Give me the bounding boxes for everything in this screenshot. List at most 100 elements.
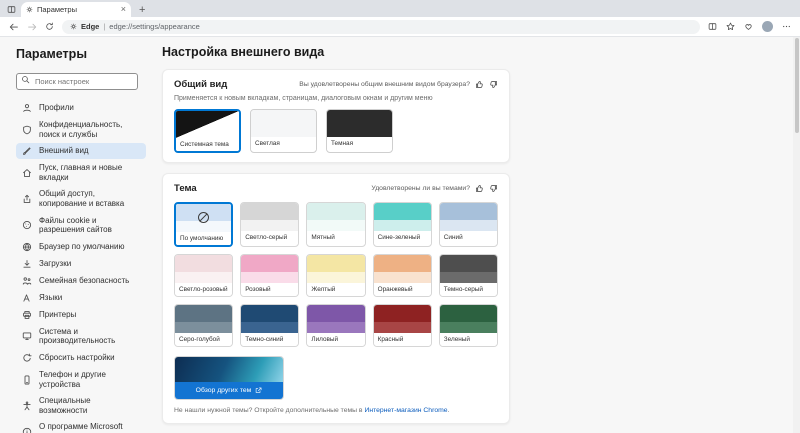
overall-feedback: Вы удовлетворены общим внешним видом бра… <box>299 80 498 89</box>
sidebar-item-label: Загрузки <box>39 258 72 268</box>
favorites-star-icon[interactable] <box>726 22 735 31</box>
tab-close-icon[interactable]: × <box>121 5 126 14</box>
thumbs-up-icon[interactable] <box>475 80 484 89</box>
system-theme-preview <box>176 111 239 138</box>
sidebar-item-appearance[interactable]: Внешний вид <box>16 143 146 160</box>
theme-preview <box>175 305 233 333</box>
home-icon <box>22 168 32 178</box>
theme-preview <box>373 305 431 333</box>
theme-tile[interactable]: Зеленый <box>438 304 498 347</box>
browser-essentials-icon[interactable] <box>744 22 753 31</box>
phone-icon <box>22 375 32 385</box>
theme-tile[interactable]: Лиловый <box>306 304 366 347</box>
theme-label: Серо-голубой <box>175 333 233 346</box>
sidebar-item-about[interactable]: О программе Microsoft Edge <box>16 419 146 433</box>
theme-tile[interactable]: Желтый <box>306 254 366 297</box>
theme-label: Лиловый <box>307 333 365 346</box>
browser-tab[interactable]: Параметры × <box>21 2 131 17</box>
thumbs-down-icon[interactable] <box>489 80 498 89</box>
overall-appearance-title: Общий вид <box>174 79 228 90</box>
settings-main: Настройка внешнего вида Общий вид Вы удо… <box>154 37 800 433</box>
dark-theme-preview <box>327 110 392 137</box>
browse-themes-banner[interactable]: Обзор других тем <box>174 356 284 400</box>
theme-tile[interactable]: Синий <box>438 202 498 247</box>
thumbs-down-icon[interactable] <box>489 184 498 193</box>
chrome-web-store-link[interactable]: Интернет-магазин Chrome <box>364 407 447 414</box>
theme-tile[interactable]: Сине-зеленый <box>372 202 432 247</box>
theme-preview <box>307 203 365 231</box>
sidebar-item-family-safety[interactable]: Семейная безопасность <box>16 273 146 289</box>
themes-footer-suffix: . <box>447 407 450 414</box>
tab-actions-icon[interactable] <box>7 5 16 14</box>
thumbs-up-icon[interactable] <box>475 184 484 193</box>
theme-tile[interactable]: Светло-розовый <box>174 254 234 297</box>
theme-label: Оранжевый <box>373 283 431 296</box>
theme-tile[interactable]: Темно-серый <box>438 254 498 297</box>
theme-preview <box>439 203 497 231</box>
new-tab-button[interactable]: + <box>139 5 145 16</box>
theme-tile[interactable]: По умолчанию <box>174 202 234 247</box>
sidebar-item-cookies-permissions[interactable]: Файлы cookie и разрешения сайтов <box>16 213 146 238</box>
theme-card-title: Тема <box>174 183 197 194</box>
sidebar-item-system-performance[interactable]: Система и производительность <box>16 324 146 349</box>
sidebar-item-label: Профили <box>39 103 74 113</box>
theme-tile[interactable]: Мятный <box>306 202 366 247</box>
theme-preview <box>175 255 233 283</box>
theme-preview <box>373 203 431 231</box>
person-icon <box>22 103 32 113</box>
option-label: Системная тема <box>176 138 239 151</box>
theme-label: По умолчанию <box>176 232 232 245</box>
theme-tile[interactable]: Темно-синий <box>240 304 300 347</box>
sidebar-item-phone-devices[interactable]: Телефон и другие устройства <box>16 367 146 392</box>
theme-label: Темно-серый <box>439 283 497 296</box>
scrollbar-thumb[interactable] <box>794 38 799 133</box>
overall-appearance-subtitle: Применяется к новым вкладкам, страницам,… <box>174 95 433 102</box>
overall-appearance-option-system[interactable]: Системная тема <box>174 109 241 153</box>
sidebar-item-label: О программе Microsoft Edge <box>39 422 123 433</box>
sidebar-item-label: Конфиденциальность, поиск и службы <box>39 120 123 139</box>
browse-themes-button[interactable]: Обзор других тем <box>175 382 283 399</box>
sidebar-title: Параметры <box>16 47 87 61</box>
info-icon <box>22 427 32 433</box>
split-screen-icon[interactable] <box>708 22 717 31</box>
theme-tile[interactable]: Оранжевый <box>372 254 432 297</box>
profile-avatar[interactable] <box>762 21 773 32</box>
sidebar-item-printers[interactable]: Принтеры <box>16 307 146 323</box>
theme-tile[interactable]: Серо-голубой <box>174 304 234 347</box>
reset-icon <box>22 353 32 363</box>
address-bar[interactable]: Edge | edge://settings/appearance <box>62 19 700 34</box>
browser-toolbar: Edge | edge://settings/appearance <box>0 17 800 37</box>
overall-feedback-question: Вы удовлетворены общим внешним видом бра… <box>299 81 470 88</box>
sidebar-item-profiles[interactable]: Профили <box>16 100 146 116</box>
back-icon[interactable] <box>9 22 19 32</box>
address-url: edge://settings/appearance <box>109 22 200 31</box>
theme-preview <box>176 204 232 232</box>
theme-label: Зеленый <box>439 333 497 346</box>
system-icon <box>22 331 32 341</box>
sidebar-item-start-home-newtabs[interactable]: Пуск, главная и новые вкладки <box>16 160 146 185</box>
settings-page: Параметры Профили Конфиденциальность, пои… <box>0 37 800 433</box>
sidebar-item-accessibility[interactable]: Специальные возможности <box>16 393 146 418</box>
sidebar-item-share-copy-paste[interactable]: Общий доступ, копирование и вставка <box>16 186 146 211</box>
theme-preview <box>439 255 497 283</box>
theme-tile[interactable]: Розовый <box>240 254 300 297</box>
sidebar-item-downloads[interactable]: Загрузки <box>16 256 146 272</box>
sidebar-item-reset-settings[interactable]: Сбросить настройки <box>16 350 146 366</box>
refresh-icon[interactable] <box>45 22 54 31</box>
theme-preview <box>307 305 365 333</box>
overall-appearance-option-dark[interactable]: Темная <box>326 109 393 153</box>
search-input[interactable] <box>16 73 138 90</box>
tab-bar: Параметры × + <box>0 0 800 17</box>
theme-tile[interactable]: Светло-серый <box>240 202 300 247</box>
external-link-icon <box>255 387 262 394</box>
sidebar-item-default-browser[interactable]: Браузер по умолчанию <box>16 239 146 255</box>
sidebar-item-languages[interactable]: Языки <box>16 290 146 306</box>
sidebar-item-privacy[interactable]: Конфиденциальность, поиск и службы <box>16 117 146 142</box>
theme-label: Красный <box>373 333 431 346</box>
theme-tile[interactable]: Красный <box>372 304 432 347</box>
page-scrollbar[interactable] <box>793 37 800 433</box>
light-theme-preview <box>251 110 316 137</box>
tab-title: Параметры <box>37 5 77 14</box>
more-menu-icon[interactable] <box>782 22 791 31</box>
overall-appearance-option-light[interactable]: Светлая <box>250 109 317 153</box>
